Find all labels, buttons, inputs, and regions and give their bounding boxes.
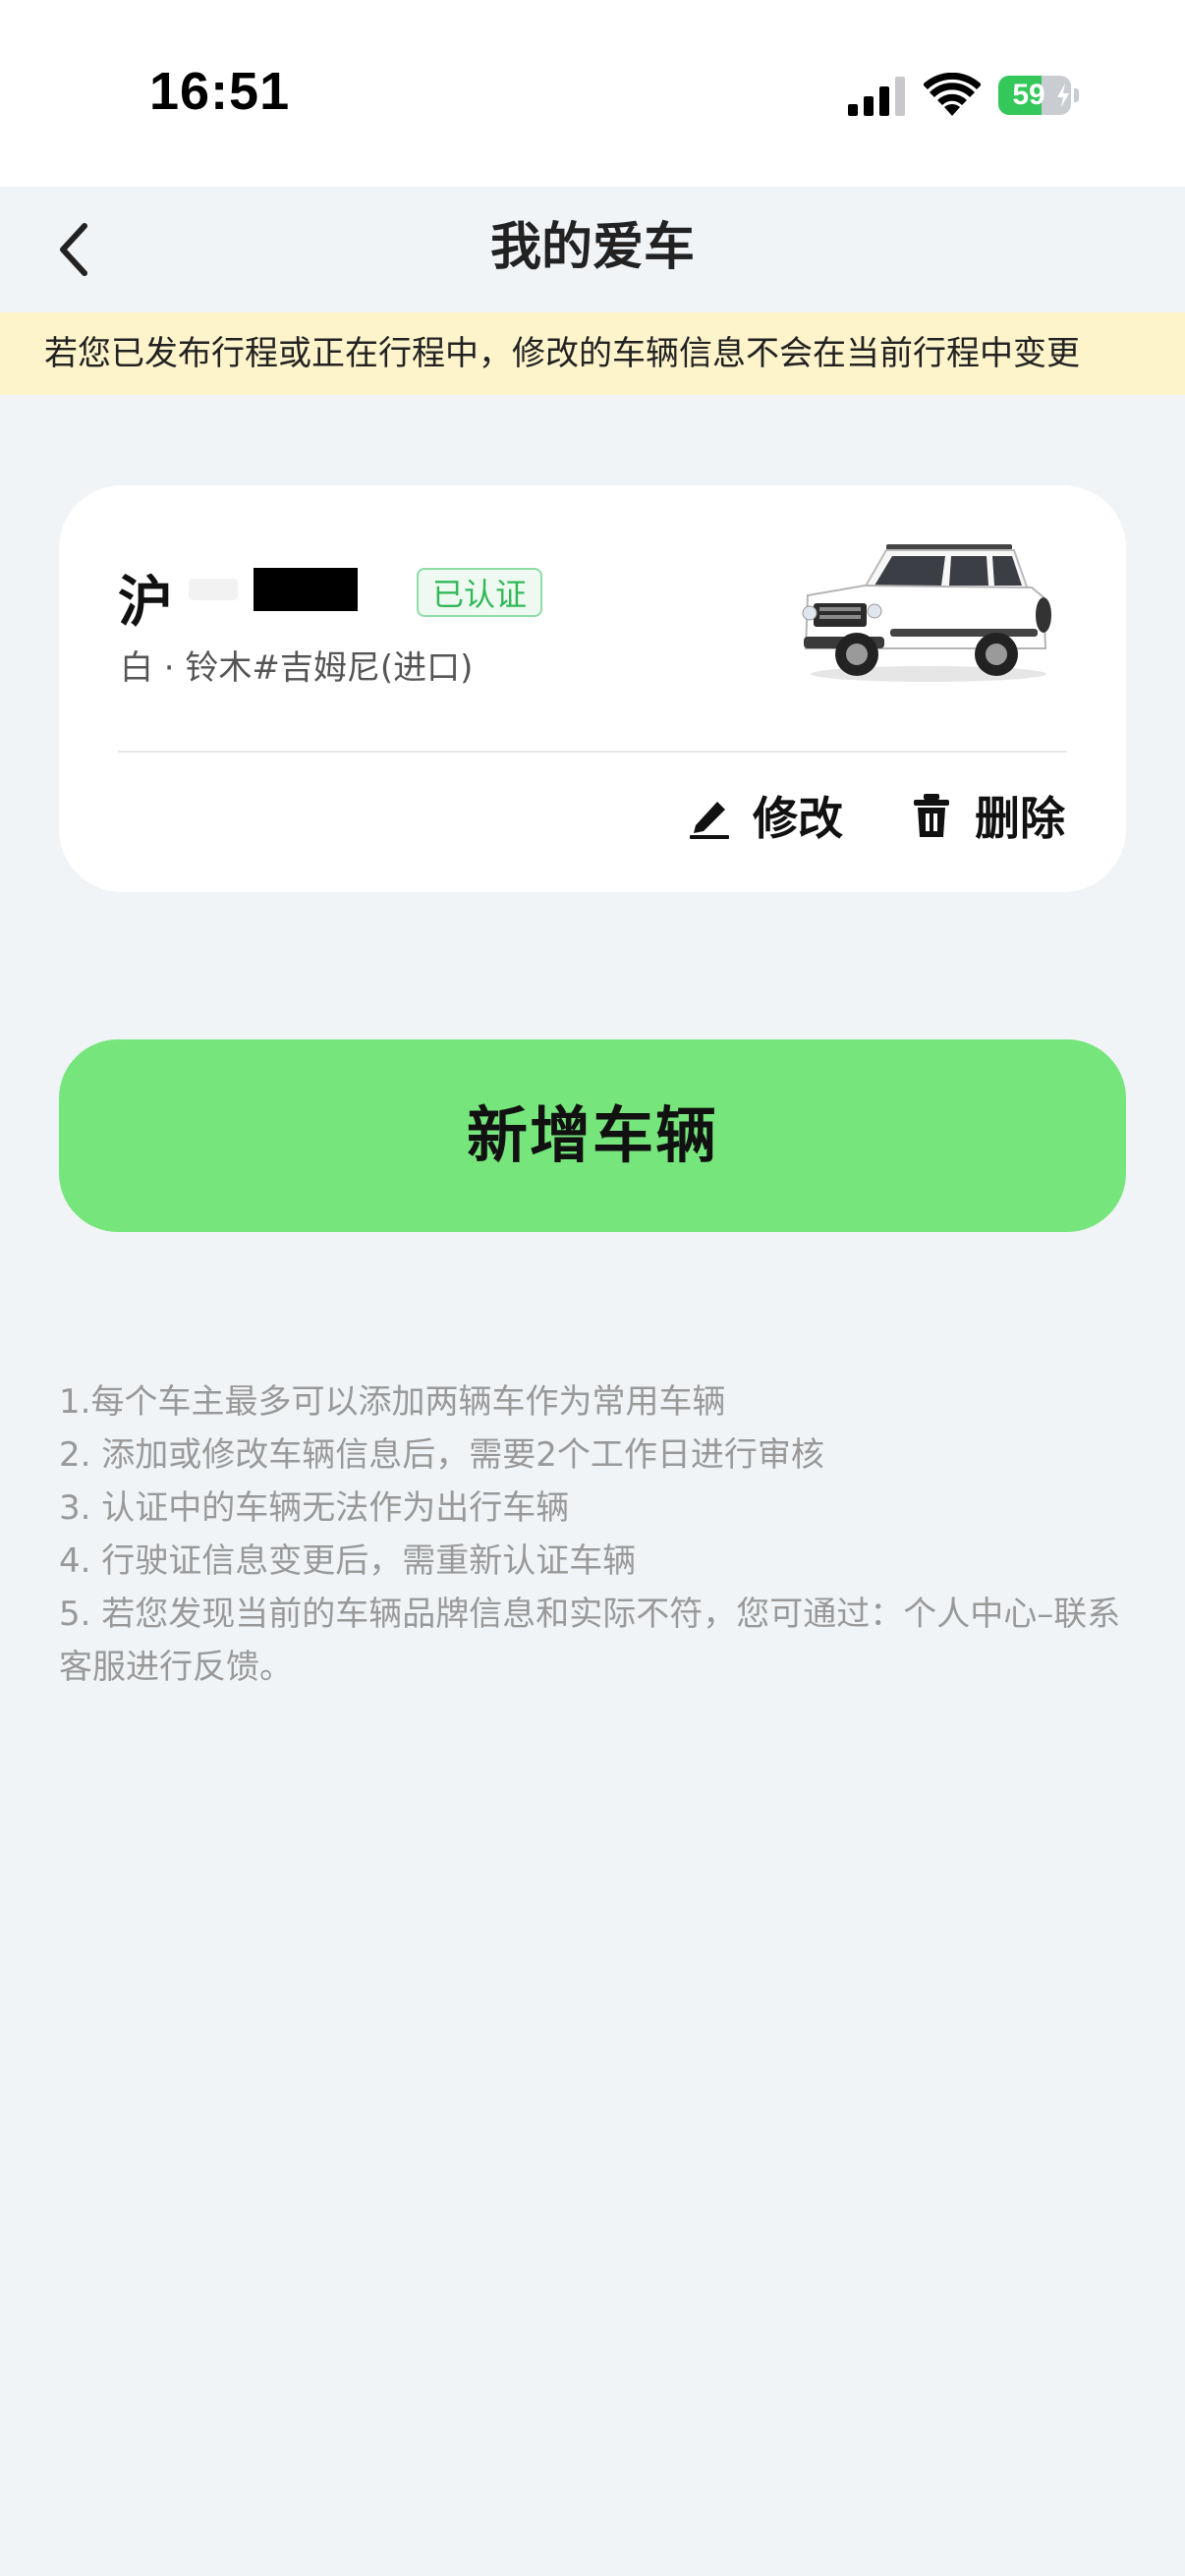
page-title: 我的爱车: [489, 218, 695, 277]
tip-item: 1.每个车主最多可以添加两辆车作为常用车辆: [59, 1382, 726, 1422]
tip-item: 3. 认证中的车辆无法作为出行车辆: [59, 1488, 570, 1528]
battery-icon: 59: [998, 76, 1071, 115]
edit-label: 修改: [753, 792, 843, 845]
battery-percent: 59: [1012, 79, 1045, 111]
battery-indicator: 59: [998, 76, 1079, 115]
trash-icon: [914, 794, 949, 837]
wifi-icon: [924, 73, 981, 116]
notice-banner: 若您已发布行程或正在行程中，修改的车辆信息不会在当前行程中变更: [0, 312, 1185, 395]
license-plate: 沪: [118, 571, 173, 635]
vehicle-card: 沪 已认证 白 · 铃木#吉姆尼(进口) 修改 删除: [59, 485, 1126, 892]
delete-label: 删除: [975, 792, 1065, 845]
card-divider: [118, 751, 1067, 753]
signal-icon: [848, 77, 905, 116]
edit-button[interactable]: 修改: [688, 786, 843, 845]
plate-redaction-bar: [254, 568, 358, 611]
vehicle-description: 白 · 铃木#吉姆尼(进口): [120, 648, 474, 688]
tips-list: 1.每个车主最多可以添加两辆车作为常用车辆 2. 添加或修改车辆信息后，需要2个…: [59, 1375, 1126, 1694]
tip-item: 5. 若您发现当前的车辆品牌信息和实际不符，您可通过：个人中心–联系客服进行反馈…: [59, 1595, 1121, 1687]
tip-item: 2. 添加或修改车辆信息后，需要2个工作日进行审核: [59, 1435, 824, 1475]
tip-item: 4. 行驶证信息变更后，需重新认证车辆: [59, 1541, 637, 1581]
status-bar: 16:51 59: [0, 0, 1185, 187]
charging-bolt-icon: [1057, 84, 1069, 107]
status-time: 16:51: [149, 62, 291, 121]
plate-redaction-smudge: [189, 579, 238, 600]
white-suv-image: [802, 544, 1051, 682]
add-vehicle-button[interactable]: 新增车辆: [59, 1039, 1126, 1232]
battery-cap: [1074, 88, 1079, 102]
delete-button[interactable]: 删除: [910, 786, 1065, 845]
status-badge: 已认证: [417, 568, 543, 617]
pencil-icon: [690, 802, 729, 839]
